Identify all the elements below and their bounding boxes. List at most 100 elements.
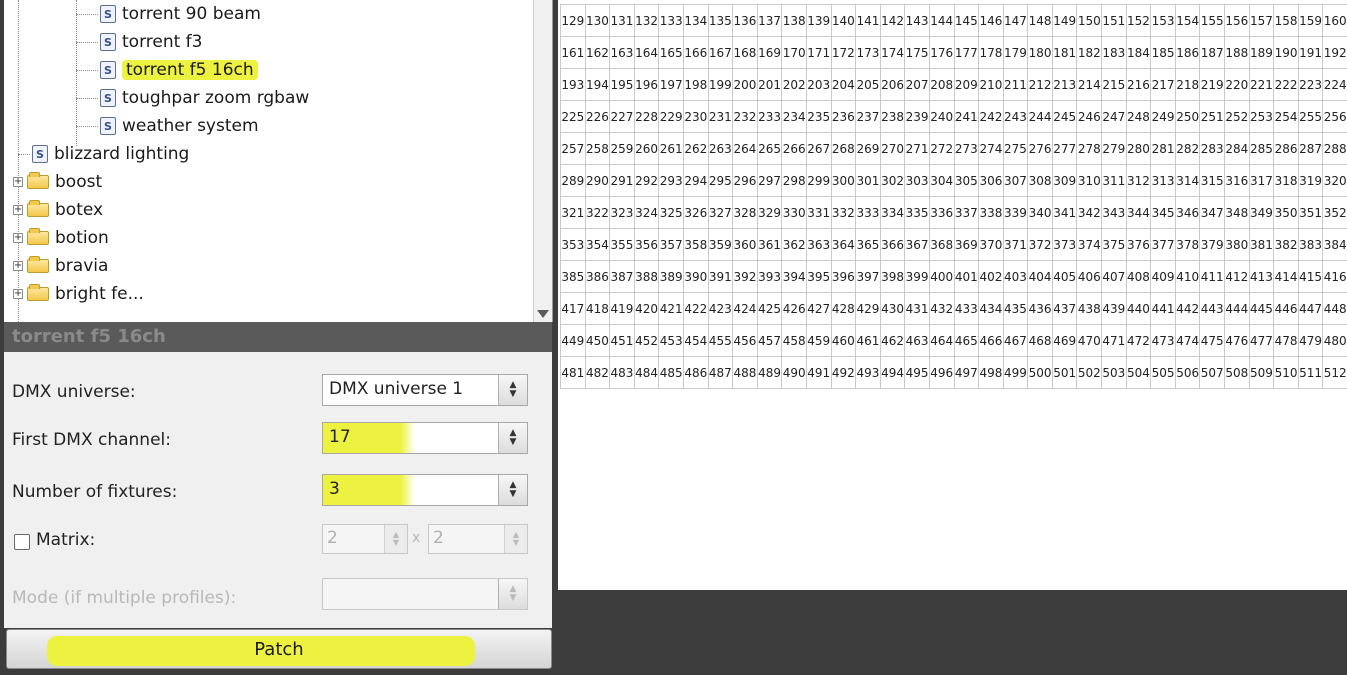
dmx-channel-cell[interactable]: 507 [1199, 356, 1226, 389]
dmx-channel-cell[interactable]: 484 [633, 356, 660, 389]
tree-fixture-item[interactable]: Sblizzard lighting [18, 140, 189, 168]
dmx-channel-cell[interactable]: 155 [1199, 4, 1226, 37]
dmx-channel-cell[interactable]: 260 [633, 132, 660, 165]
dmx-channel-cell[interactable]: 334 [879, 196, 906, 229]
dmx-channel-cell[interactable]: 215 [1101, 68, 1127, 101]
dmx-channel-cell[interactable]: 356 [633, 228, 660, 261]
dmx-channel-cell[interactable]: 491 [805, 356, 832, 389]
dmx-channel-cell[interactable]: 411 [1199, 260, 1226, 293]
dmx-channel-cell[interactable]: 290 [584, 164, 611, 197]
dmx-channel-cell[interactable]: 279 [1101, 132, 1127, 165]
dmx-channel-cell[interactable]: 258 [584, 132, 611, 165]
dmx-channel-cell[interactable]: 248 [1125, 100, 1152, 133]
dmx-channel-cell[interactable]: 473 [1150, 324, 1176, 357]
dmx-channel-cell[interactable]: 492 [830, 356, 857, 389]
dmx-channel-cell[interactable]: 154 [1174, 4, 1201, 37]
tree-folder-item[interactable]: + bright fe... [13, 280, 144, 308]
dmx-channel-cell[interactable]: 205 [855, 68, 881, 101]
dmx-channel-cell[interactable]: 270 [879, 132, 906, 165]
dmx-channel-cell[interactable]: 418 [584, 292, 611, 325]
dmx-channel-cell[interactable]: 233 [756, 100, 783, 133]
dmx-channel-cell[interactable]: 414 [1273, 260, 1299, 293]
dmx-channel-cell[interactable]: 354 [584, 228, 611, 261]
dmx-channel-cell[interactable]: 497 [953, 356, 980, 389]
dmx-channel-cell[interactable]: 385 [560, 260, 586, 293]
dmx-channel-cell[interactable]: 145 [953, 4, 980, 37]
dmx-channel-cell[interactable]: 194 [584, 68, 611, 101]
dmx-channel-cell[interactable]: 291 [609, 164, 635, 197]
dmx-channel-cell[interactable]: 314 [1174, 164, 1201, 197]
dmx-channel-cell[interactable]: 263 [707, 132, 734, 165]
dmx-channel-cell[interactable]: 337 [953, 196, 980, 229]
dmx-channel-cell[interactable]: 369 [953, 228, 980, 261]
dmx-channel-cell[interactable]: 429 [855, 292, 881, 325]
dmx-channel-cell[interactable]: 167 [707, 36, 734, 69]
dmx-channel-cell[interactable]: 179 [1002, 36, 1029, 69]
matrix-x-spin-buttons[interactable]: ▲ ▼ [384, 525, 407, 553]
dmx-channel-cell[interactable]: 355 [609, 228, 635, 261]
dmx-channel-cell[interactable]: 329 [756, 196, 783, 229]
dmx-channel-cell[interactable]: 466 [978, 324, 1004, 357]
dmx-channel-cell[interactable]: 238 [879, 100, 906, 133]
dmx-channel-cell[interactable]: 195 [609, 68, 635, 101]
dmx-channel-cell[interactable]: 461 [855, 324, 881, 357]
spin-down-icon[interactable]: ▼ [510, 438, 517, 447]
dmx-channel-cell[interactable]: 459 [805, 324, 832, 357]
dmx-channel-cell[interactable]: 415 [1297, 260, 1324, 293]
dmx-channel-cell[interactable]: 394 [781, 260, 807, 293]
dmx-channel-cell[interactable]: 430 [879, 292, 906, 325]
dmx-channel-cell[interactable]: 287 [1297, 132, 1324, 165]
dmx-channel-cell[interactable]: 442 [1174, 292, 1201, 325]
spin-down-icon[interactable]: ▼ [393, 539, 399, 547]
dmx-channel-cell[interactable]: 269 [855, 132, 881, 165]
dmx-channel-cell[interactable]: 353 [560, 228, 586, 261]
expand-plus-icon[interactable]: + [13, 289, 23, 299]
dmx-channel-cell[interactable]: 311 [1101, 164, 1127, 197]
dmx-channel-cell[interactable]: 220 [1224, 68, 1250, 101]
dmx-channel-cell[interactable]: 132 [633, 4, 660, 37]
dmx-channel-cell[interactable]: 358 [682, 228, 709, 261]
dmx-channel-cell[interactable]: 164 [633, 36, 660, 69]
dmx-channel-cell[interactable]: 228 [633, 100, 660, 133]
dmx-channel-cell[interactable]: 428 [830, 292, 857, 325]
num-fixtures-spin-buttons[interactable]: ▲ ▼ [498, 475, 527, 505]
dmx-channel-cell[interactable]: 453 [658, 324, 684, 357]
dmx-channel-cell[interactable]: 372 [1027, 228, 1053, 261]
dmx-channel-cell[interactable]: 207 [904, 68, 930, 101]
dmx-channel-cell[interactable]: 383 [1297, 228, 1324, 261]
dmx-channel-cell[interactable]: 174 [879, 36, 906, 69]
dmx-channel-cell[interactable]: 410 [1174, 260, 1201, 293]
dmx-channel-cell[interactable]: 221 [1248, 68, 1275, 101]
dmx-channel-cell[interactable]: 449 [560, 324, 586, 357]
dmx-channel-cell[interactable]: 341 [1051, 196, 1078, 229]
dmx-channel-cell[interactable]: 294 [682, 164, 709, 197]
dmx-channel-cell[interactable]: 134 [682, 4, 709, 37]
expand-plus-icon[interactable]: + [13, 205, 23, 215]
dmx-channel-cell[interactable]: 255 [1297, 100, 1324, 133]
dmx-channel-cell[interactable]: 467 [1002, 324, 1029, 357]
dmx-channel-cell[interactable]: 437 [1051, 292, 1078, 325]
dmx-channel-cell[interactable]: 245 [1051, 100, 1078, 133]
dmx-channel-cell[interactable]: 427 [805, 292, 832, 325]
dmx-channel-cell[interactable]: 509 [1248, 356, 1275, 389]
dmx-channel-cell[interactable]: 180 [1027, 36, 1053, 69]
dmx-channel-cell[interactable]: 469 [1051, 324, 1078, 357]
dmx-channel-cell[interactable]: 456 [732, 324, 758, 357]
dmx-channel-cell[interactable]: 162 [584, 36, 611, 69]
dmx-channel-cell[interactable]: 286 [1273, 132, 1299, 165]
dmx-channel-cell[interactable]: 403 [1002, 260, 1029, 293]
dmx-channel-cell[interactable]: 235 [805, 100, 832, 133]
dmx-channel-cell[interactable]: 476 [1224, 324, 1250, 357]
dmx-channel-cell[interactable]: 434 [978, 292, 1004, 325]
dmx-channel-cell[interactable]: 455 [707, 324, 734, 357]
dmx-channel-cell[interactable]: 407 [1101, 260, 1127, 293]
dmx-channel-cell[interactable]: 349 [1248, 196, 1275, 229]
dmx-channel-cell[interactable]: 374 [1076, 228, 1103, 261]
dmx-channel-cell[interactable]: 412 [1224, 260, 1250, 293]
dmx-channel-cell[interactable]: 480 [1322, 324, 1347, 357]
dmx-channel-cell[interactable]: 379 [1199, 228, 1226, 261]
dmx-channel-cell[interactable]: 306 [978, 164, 1004, 197]
dmx-channel-cell[interactable]: 433 [953, 292, 980, 325]
dmx-channel-cell[interactable]: 386 [584, 260, 611, 293]
dmx-channel-cell[interactable]: 375 [1101, 228, 1127, 261]
